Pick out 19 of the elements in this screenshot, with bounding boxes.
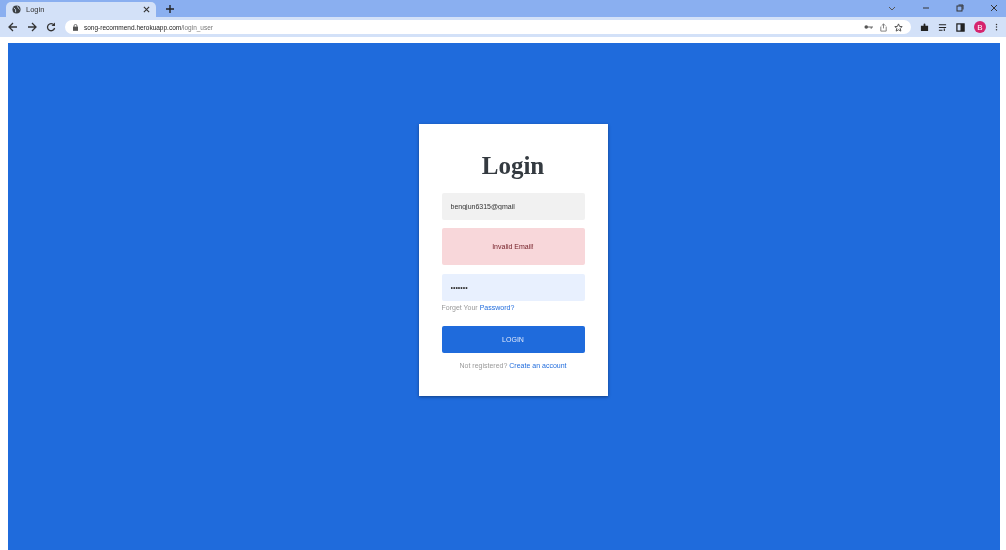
chevron-down-icon[interactable]	[888, 4, 896, 12]
forward-icon[interactable]	[27, 22, 37, 32]
share-icon[interactable]	[879, 22, 888, 32]
star-icon[interactable]	[894, 22, 903, 32]
globe-icon	[12, 5, 21, 14]
menu-icon[interactable]	[995, 22, 998, 32]
reload-icon[interactable]	[46, 22, 56, 32]
new-tab-icon[interactable]	[166, 5, 174, 13]
close-tab-icon[interactable]	[143, 6, 150, 13]
lock-icon	[73, 23, 78, 31]
back-icon[interactable]	[8, 22, 18, 32]
restore-icon[interactable]	[956, 4, 964, 12]
key-icon[interactable]	[864, 24, 873, 30]
profile-avatar[interactable]: B	[974, 21, 986, 33]
close-icon[interactable]	[990, 4, 998, 12]
login-title: Login	[480, 152, 546, 180]
puzzle-icon[interactable]	[920, 22, 929, 32]
side-panel-icon[interactable]	[956, 22, 965, 32]
playlist-icon[interactable]	[938, 22, 947, 32]
